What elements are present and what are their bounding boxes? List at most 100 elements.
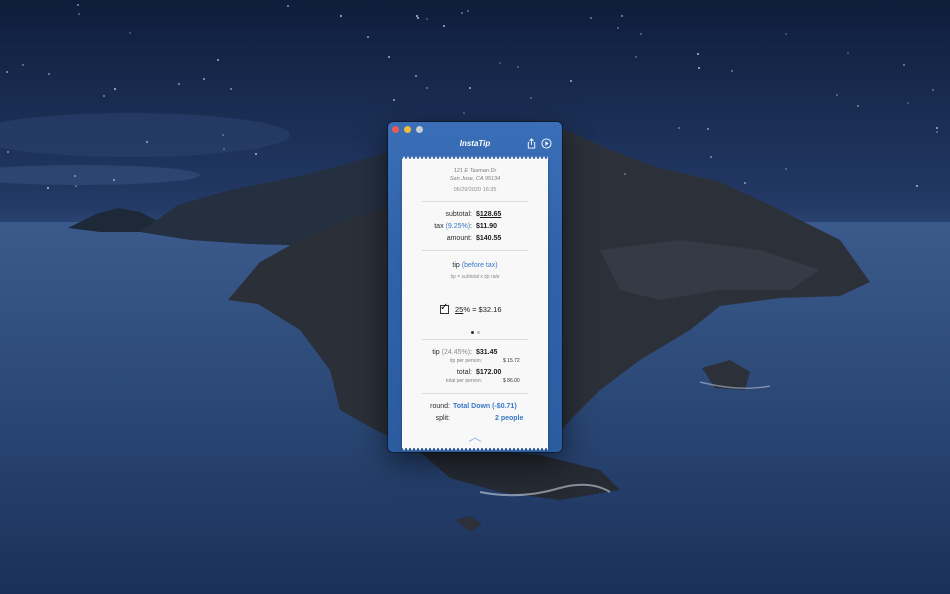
instatip-window: InstaTip 121 E Tasman Dr San Jose, CA 95… [388,122,562,452]
subtotal-value[interactable]: $128.65 [476,211,501,218]
star [785,168,787,170]
total-per-person-value: $ 86.00 [503,378,520,384]
play-icon[interactable] [541,138,552,149]
tip-rate-result: % = $32.16 [463,305,502,314]
star [426,18,428,20]
star [22,64,24,66]
star [114,88,116,90]
star [499,62,501,64]
close-window-button[interactable] [392,126,399,133]
star [640,33,642,35]
tax-rate[interactable]: (9.25%) [446,223,471,230]
tip-total-colon: : [470,349,472,356]
round-label: round: [430,403,450,410]
star [461,12,463,14]
star [222,134,224,136]
star [710,156,712,158]
star [230,88,232,90]
tip-mode-row: tip (before tax) [402,262,548,269]
star [836,94,838,96]
minimize-window-button[interactable] [404,126,411,133]
checkmark-icon: ✓ [440,302,449,313]
address-line-2: San Jose, CA 95134 [449,176,501,182]
star [223,148,225,150]
star [415,75,417,77]
star [932,89,934,91]
zoom-window-button[interactable] [416,126,423,133]
tip-per-person-label: tip per person: [450,358,482,364]
total-label: total: [456,369,472,376]
star [340,15,342,17]
star [698,67,700,69]
tip-label: tip [452,262,460,269]
star [731,70,733,72]
star [74,175,76,177]
total-value: $172.00 [476,369,502,376]
star [103,95,105,97]
star [744,182,746,184]
star [47,187,49,189]
tip-rate-row[interactable]: 25% = $32.16 [455,306,502,314]
tax-label: tax [434,223,444,230]
star [416,15,418,17]
share-icon[interactable] [526,138,537,149]
star [570,80,572,82]
tip-total-label: tip [432,349,440,356]
tax-label-group: tax (9.25%): [434,223,472,230]
star [903,64,905,66]
split-option[interactable]: 2 people [495,415,523,422]
star [75,185,77,187]
divider [422,250,528,251]
star [590,17,592,19]
total-per-person-label: total per person: [445,378,482,384]
star [6,71,8,73]
tip-total-label-group: tip (24.45%): [432,349,472,356]
star [847,52,849,54]
star [635,56,637,58]
amount-value: $140.55 [476,235,502,242]
star [617,27,619,29]
star [129,32,131,34]
round-option[interactable]: Total Down (-$0.71) [453,403,517,410]
subtotal-amount[interactable]: 128.65 [480,211,501,218]
star [916,185,918,187]
receipt-bottom-edge [402,447,548,451]
receipt: 121 E Tasman Dr San Jose, CA 95134 06/29… [402,156,548,451]
divider [422,339,528,340]
star [393,99,395,101]
star [443,25,445,27]
star [697,53,699,55]
star [287,5,289,7]
star [857,105,859,107]
star [77,4,79,6]
chevron-up-icon[interactable] [468,437,482,442]
receipt-datetime: 06/29/2020 16:35 [453,187,497,193]
star [146,141,148,143]
star [417,17,419,19]
star [426,87,428,89]
star [785,33,787,35]
tip-rate-checkbox[interactable]: ✓ [440,302,449,314]
star [178,83,180,85]
divider [422,201,528,202]
page-indicator[interactable] [468,331,484,335]
star [469,87,471,89]
star [78,13,80,15]
star [113,179,115,181]
receipt-top-edge [402,156,548,160]
title-bar[interactable]: InstaTip [388,122,562,158]
subtotal-label: subtotal: [445,211,472,218]
star [467,10,469,12]
page-dot[interactable] [477,331,480,334]
star [936,131,938,133]
page-dot-active[interactable] [471,331,474,334]
tip-mode-toggle[interactable]: (before tax) [462,262,498,269]
star [367,36,369,38]
star [7,151,9,153]
address-line-1: 121 E Tasman Dr [453,168,497,174]
tip-total-value: $31.45 [476,349,498,356]
star [48,73,50,75]
star [463,112,465,114]
split-label: split: [435,415,450,422]
star [621,15,623,17]
